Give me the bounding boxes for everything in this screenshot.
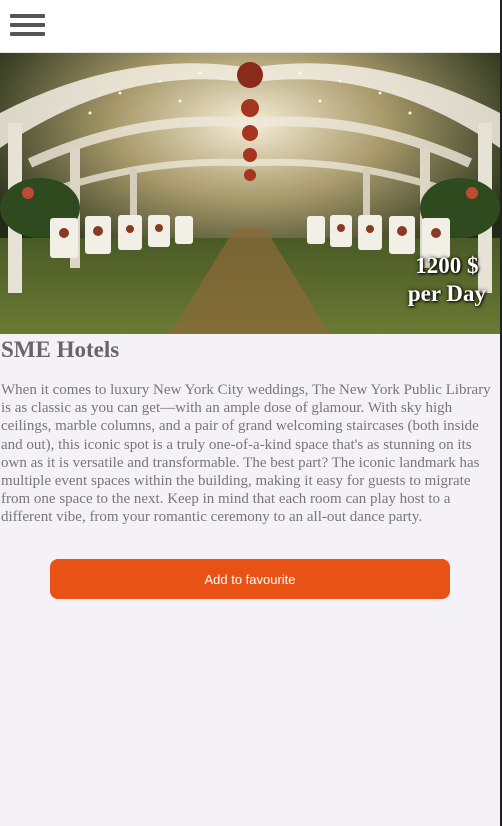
price-unit: per Day: [407, 281, 486, 306]
top-bar: [0, 0, 500, 53]
venue-title: SME Hotels: [1, 337, 120, 362]
price-label: 1200 $ per Day: [408, 252, 486, 308]
hamburger-menu-icon[interactable]: [10, 12, 46, 38]
add-to-favourite-button[interactable]: Add to favourite: [50, 559, 450, 599]
venue-photo: 1200 $ per Day: [0, 53, 500, 334]
price-amount: 1200 $: [415, 253, 479, 278]
venue-description: When it comes to luxury New York City we…: [1, 382, 491, 526]
